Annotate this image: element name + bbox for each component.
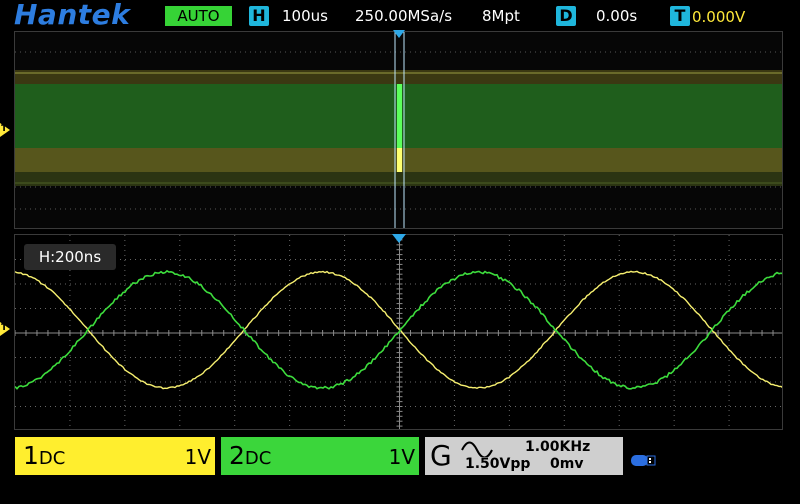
zoom-window-yellow xyxy=(397,148,402,172)
timebase-value: 100us xyxy=(282,6,328,26)
channel-1-box[interactable]: 1DC 1V xyxy=(15,437,215,475)
delay-value: 0.00s xyxy=(596,6,637,26)
ch1-name: 1DC xyxy=(23,441,65,474)
overview-trigger-letter: T xyxy=(1,124,7,134)
horizontal-badge[interactable]: H xyxy=(249,6,269,26)
brand-logo: Hantek xyxy=(14,0,130,30)
generator-letter: G xyxy=(430,439,452,473)
generator-offset: 0mv xyxy=(550,456,583,472)
zoom-trigger-letter: T xyxy=(1,323,7,333)
trigger-badge[interactable]: T xyxy=(670,6,690,26)
zoom-waveform-canvas xyxy=(15,235,783,430)
trigger-level-value: 0.000V xyxy=(692,7,745,27)
zoom-trigger-position-marker[interactable] xyxy=(392,234,406,243)
generator-box[interactable]: G 1.00KHz 1.50Vpp 0mv xyxy=(425,437,623,475)
ch2-scale: 1V xyxy=(389,443,415,471)
delay-badge[interactable]: D xyxy=(556,6,576,26)
memory-depth-value: 8Mpt xyxy=(482,6,520,26)
generator-amplitude: 1.50Vpp xyxy=(465,456,530,472)
ch2-name: 2DC xyxy=(229,441,271,474)
ch1-scale: 1V xyxy=(185,443,211,471)
channel-2-box[interactable]: 2DC 1V xyxy=(221,437,419,475)
sample-rate-value: 250.00MSa/s xyxy=(355,6,452,26)
acquisition-mode-badge[interactable]: AUTO xyxy=(165,6,232,26)
zoom-timebase-label: H:200ns xyxy=(24,244,116,270)
overview-trigger-position-marker[interactable] xyxy=(393,30,405,38)
overview-waveform-canvas xyxy=(15,32,783,229)
zoom-waveform-panel[interactable] xyxy=(14,234,783,430)
generator-frequency: 1.00KHz xyxy=(525,439,590,455)
zoom-window-green xyxy=(397,84,402,148)
sine-wave-icon xyxy=(461,441,493,457)
usb-icon xyxy=(630,452,656,468)
overview-waveform-panel[interactable] xyxy=(14,31,783,229)
